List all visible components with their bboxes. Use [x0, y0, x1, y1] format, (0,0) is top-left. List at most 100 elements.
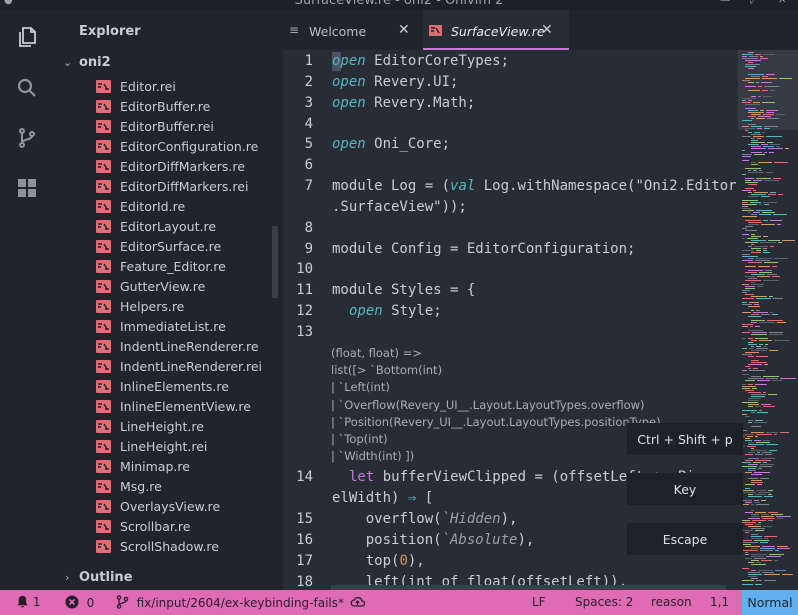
source-control-icon[interactable] [8, 119, 45, 156]
minimap-line [754, 502, 760, 503]
cursor-position-item[interactable]: 1,1 [710, 595, 729, 609]
minimap-line [761, 516, 774, 517]
minimap-line [742, 466, 757, 467]
minimap-line [773, 214, 787, 215]
file-item[interactable]: ScrollShadow.re [53, 537, 283, 557]
minimap-line [753, 170, 757, 171]
minimap[interactable] [738, 50, 798, 590]
errors-item[interactable]: 0 [65, 595, 94, 610]
file-item[interactable]: InlineElementView.re [53, 397, 283, 417]
minimap-line [756, 346, 761, 347]
minimap-line [763, 54, 775, 55]
file-item[interactable]: EditorDiffMarkers.re [53, 157, 283, 177]
file-item[interactable]: OverlaysView.re [53, 497, 283, 517]
minimap-line [756, 580, 762, 581]
minimap-line [751, 146, 761, 147]
minimap-line [742, 206, 748, 207]
minimap-line [748, 90, 760, 91]
line-number: 8 [304, 220, 313, 236]
file-item[interactable]: Scrollbar.re [53, 517, 283, 537]
file-item[interactable]: EditorSurface.re [53, 237, 283, 257]
file-item[interactable]: EditorDiffMarkers.rei [53, 177, 283, 197]
minimap-line [745, 294, 754, 295]
search-icon[interactable] [8, 69, 45, 106]
minimap-line [754, 440, 761, 441]
minimap-line [751, 448, 754, 449]
file-item[interactable]: Helpers.re [53, 297, 283, 317]
minimap-line [745, 288, 755, 289]
file-item[interactable]: Feature_Editor.re [53, 257, 283, 277]
minimap-line [760, 464, 774, 465]
minimap-line [755, 530, 764, 531]
minimap-line [748, 170, 751, 171]
file-item[interactable]: EditorBuffer.rei [53, 117, 283, 137]
reason-file-icon [96, 540, 111, 553]
file-item[interactable]: ImmediateList.re [53, 317, 283, 337]
file-item[interactable]: IndentLineRenderer.rei [53, 357, 283, 377]
close-window-icon[interactable]: ✕ [778, 0, 786, 6]
file-item[interactable]: EditorId.re [53, 197, 283, 217]
minimap-line [751, 350, 767, 351]
language-item[interactable]: reason [651, 595, 692, 609]
minimize-icon[interactable]: — [720, 0, 730, 6]
minimap-line [751, 240, 766, 241]
minimap-line [772, 276, 780, 277]
minimap-line [751, 564, 766, 565]
sync-cloud-icon[interactable] [350, 595, 366, 609]
menu-lines-icon: ≡ [289, 23, 300, 37]
maximize-icon[interactable]: ⤢ [750, 0, 758, 6]
close-icon[interactable]: ✕ [398, 22, 410, 38]
minimap-line [754, 558, 766, 559]
close-icon[interactable]: ✕ [541, 22, 553, 38]
minimap-line [751, 118, 754, 119]
minimap-line [745, 524, 753, 525]
minimap-line [764, 128, 770, 129]
line-number: 1 [304, 53, 313, 69]
minimap-line [762, 78, 777, 79]
minimap-line [758, 86, 762, 87]
file-name: InlineElementView.re [120, 399, 251, 414]
minimap-line [742, 386, 756, 387]
folder-root-row[interactable]: ⌄ oni2 [53, 54, 283, 74]
extensions-icon[interactable] [8, 169, 45, 206]
notifications-item[interactable]: 1 [16, 595, 40, 609]
tab-surfaceview[interactable]: SurfaceView.re ✕ [423, 10, 569, 50]
tab-welcome[interactable]: ≡ Welcome ✕ [283, 10, 421, 50]
minimap-line [748, 384, 753, 385]
minimap-line [756, 442, 770, 443]
files-icon[interactable] [8, 18, 45, 55]
minimap-line [769, 332, 783, 333]
minimap-line [751, 536, 762, 537]
indentation-item[interactable]: Spaces: 2 [575, 595, 633, 609]
file-item[interactable]: IndentLineRenderer.re [53, 337, 283, 357]
outline-section[interactable]: › Outline [53, 568, 283, 590]
file-item[interactable]: Msg.re [53, 477, 283, 497]
code-line: overflow(`Hidden), [332, 511, 518, 527]
file-name: EditorSurface.re [120, 239, 222, 254]
line-ending-item[interactable]: LF [532, 595, 546, 609]
app-menu-icon[interactable]: ● [4, 0, 13, 6]
file-item[interactable]: EditorConfiguration.re [53, 137, 283, 157]
reason-file-icon [96, 360, 111, 373]
minimap-line [755, 420, 763, 421]
minimap-line [761, 458, 775, 459]
file-item[interactable]: GutterView.re [53, 277, 283, 297]
file-item[interactable]: Minimap.re [53, 457, 283, 477]
file-item[interactable]: EditorLayout.re [53, 217, 283, 237]
file-item[interactable]: Editor.rei [53, 77, 283, 97]
minimap-line [742, 544, 751, 545]
branch-item[interactable]: fix/input/2604/ex-keybinding-fails* [116, 595, 344, 610]
minimap-line [748, 406, 753, 407]
sidebar-scrollbar[interactable] [272, 226, 278, 298]
code-editor[interactable]: open EditorCoreTypes; open Revery.UI; op… [331, 50, 738, 590]
line-number: 7 [304, 178, 313, 194]
minimap-line [755, 512, 766, 513]
file-item[interactable]: LineHeight.re [53, 417, 283, 437]
file-item[interactable]: InlineElements.re [53, 377, 283, 397]
minimap-line [760, 110, 764, 111]
line-number: 12 [296, 303, 313, 319]
file-item[interactable]: LineHeight.rei [53, 437, 283, 457]
minimap-line [756, 490, 766, 491]
file-item[interactable]: EditorBuffer.re [53, 97, 283, 117]
minimap-line [742, 302, 747, 303]
